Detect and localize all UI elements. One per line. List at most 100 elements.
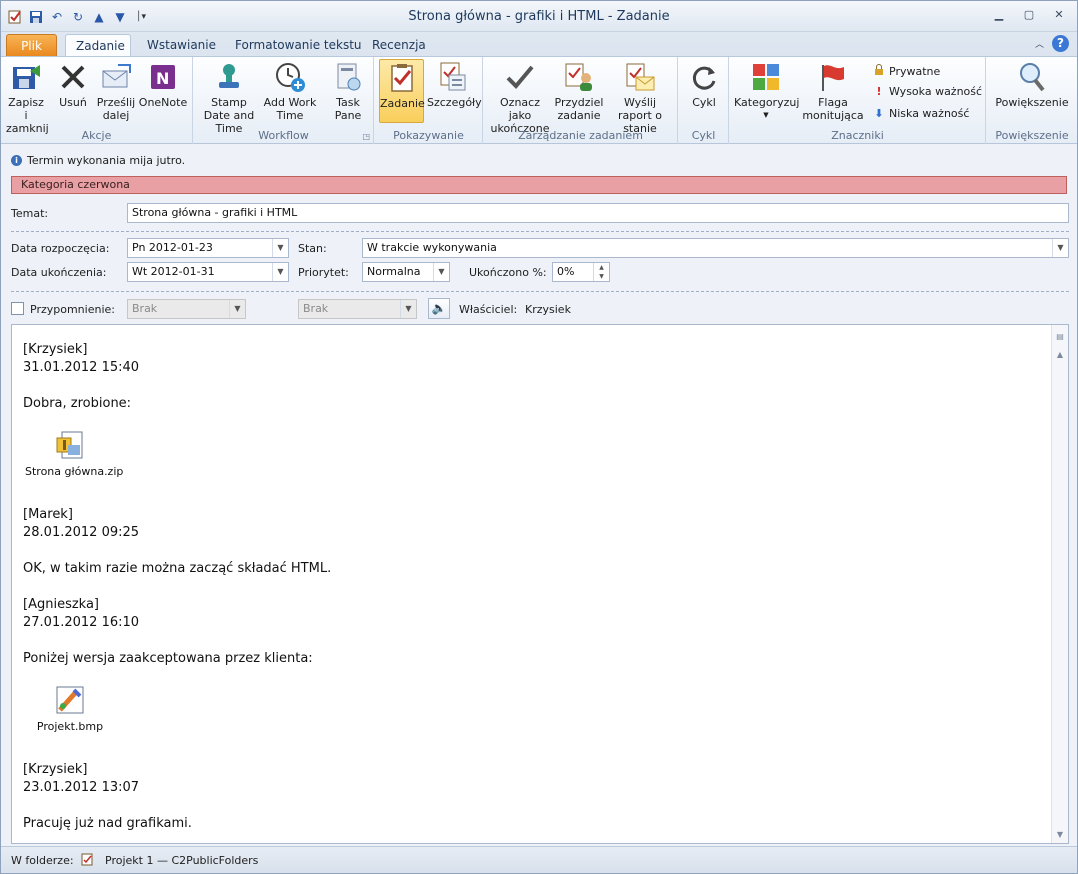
- follow-up-flag-button[interactable]: Flaga monitująca: [800, 61, 866, 122]
- add-work-time-button[interactable]: Add Work Time: [262, 61, 318, 122]
- status-label: Stan:: [298, 242, 327, 255]
- start-date-label: Data rozpoczęcia:: [11, 242, 110, 255]
- subject-input[interactable]: Strona główna - grafiki i HTML: [127, 203, 1069, 223]
- send-status-report-button[interactable]: Wyślij raport o stanie: [606, 61, 674, 135]
- entry-author: [Krzysiek]: [23, 342, 88, 357]
- help-icon[interactable]: ?: [1052, 35, 1069, 52]
- group-pokazywanie: Zadanie Szczegóły Pokazywanie: [375, 57, 483, 144]
- reminder-date-select: Brak ▼: [127, 299, 246, 319]
- categorize-button[interactable]: Kategoryzuj ▼: [734, 61, 799, 122]
- entry-time: 23.01.2012 13:07: [23, 780, 140, 795]
- forward-button[interactable]: Prześlij dalej: [96, 61, 136, 122]
- tab-wstawianie[interactable]: Wstawianie: [137, 34, 226, 57]
- zadanie-view-button[interactable]: Zadanie: [379, 59, 425, 123]
- entry-author: [Marek]: [23, 507, 73, 522]
- scroll-up-icon[interactable]: ▲: [1054, 349, 1066, 361]
- start-date-dropdown-icon[interactable]: ▼: [272, 239, 288, 257]
- scroll-down-icon[interactable]: ▼: [1054, 829, 1066, 841]
- entry-text: Dobra, zrobione:: [23, 396, 132, 411]
- group-powiekszenie: Powiększenie Powiększenie: [987, 57, 1077, 144]
- task-pane-button[interactable]: Task Pane: [328, 61, 368, 122]
- group-zarzadzanie-zadaniem: Oznacz jako ukończone Przydziel zadanie …: [484, 57, 678, 144]
- tab-plik[interactable]: Plik: [6, 34, 57, 57]
- stamp-date-time-button[interactable]: Stamp Date and Time: [198, 61, 260, 135]
- private-button[interactable]: Prywatne: [873, 64, 940, 79]
- entry-author: [Agnieszka]: [23, 597, 100, 612]
- priority-label: Priorytet:: [298, 266, 349, 279]
- high-importance-button[interactable]: ! Wysoka ważność: [873, 85, 982, 98]
- maximize-icon[interactable]: ▢: [1021, 8, 1037, 22]
- ruler-toggle-icon[interactable]: ▤: [1054, 331, 1066, 343]
- complete-percent-label: Ukończono %:: [469, 266, 547, 279]
- recurrence-icon: [688, 61, 720, 93]
- window-controls: ▁ ▢ ✕: [991, 8, 1067, 22]
- status-select[interactable]: W trakcie wykonywania ▼: [362, 238, 1069, 258]
- assign-task-button[interactable]: Przydziel zadanie: [554, 61, 604, 122]
- vertical-scrollbar[interactable]: ▤ ▲ ▼: [1051, 325, 1068, 843]
- entry-time: 31.01.2012 15:40: [23, 360, 140, 375]
- minimize-icon[interactable]: ▁: [991, 8, 1007, 22]
- zoom-button[interactable]: Powiększenie: [991, 61, 1073, 109]
- separator: [11, 231, 1069, 232]
- task-body-editor[interactable]: [Krzysiek] 31.01.2012 15:40 Dobra, zrobi…: [11, 324, 1069, 844]
- complete-percent-stepper[interactable]: 0% ▲ ▼: [552, 262, 610, 282]
- tab-formatowanie-tekstu[interactable]: Formatowanie tekstu: [225, 34, 372, 57]
- due-date-picker[interactable]: Wt 2012-01-31 ▼: [127, 262, 289, 282]
- reminder-sound-button[interactable]: 🔈: [428, 298, 450, 319]
- task-folder-icon: [81, 853, 94, 869]
- status-dropdown-icon[interactable]: ▼: [1052, 239, 1068, 257]
- save-close-icon: [10, 61, 42, 93]
- status-bar: W folderze: Projekt 1 — C2PublicFolders: [1, 846, 1077, 873]
- details-icon: [437, 61, 469, 93]
- dialog-launcher-icon[interactable]: ◳: [362, 132, 370, 141]
- entry-time: 27.01.2012 16:10: [23, 615, 140, 630]
- reminder-label: Przypomnienie:: [30, 303, 115, 316]
- start-date-picker[interactable]: Pn 2012-01-23 ▼: [127, 238, 289, 258]
- mark-complete-button[interactable]: Oznacz jako ukończone: [488, 61, 552, 135]
- clock-add-icon: [274, 61, 306, 93]
- subject-label: Temat:: [11, 207, 49, 220]
- tab-zadanie[interactable]: Zadanie: [65, 34, 131, 57]
- collapse-ribbon-icon[interactable]: ︿: [1035, 37, 1044, 50]
- entry-author: [Krzysiek]: [23, 762, 88, 777]
- magnifier-icon: [1016, 61, 1048, 93]
- priority-dropdown-icon[interactable]: ▼: [433, 263, 449, 281]
- recurrence-button[interactable]: Cykl: [685, 61, 723, 109]
- close-icon[interactable]: ✕: [1051, 8, 1067, 22]
- exclamation-icon: !: [876, 85, 882, 98]
- folder-path[interactable]: Projekt 1 — C2PublicFolders: [105, 854, 258, 867]
- title-bar: ↶ ↻ ▲ ▼ │▾ Strona główna - grafiki i HTM…: [1, 1, 1077, 32]
- info-bar: i Termin wykonania mija jutro.: [11, 154, 185, 167]
- categorize-dropdown-icon: ▼: [763, 111, 769, 119]
- ribbon-tab-row: Plik Zadanie Wstawianie Formatowanie tek…: [1, 32, 1077, 57]
- category-bar: Kategoria czerwona: [11, 176, 1067, 194]
- task-window: ↶ ↻ ▲ ▼ │▾ Strona główna - grafiki i HTM…: [0, 0, 1078, 874]
- group-znaczniki: Kategoryzuj ▼ Flaga monitująca Prywatne …: [730, 57, 986, 144]
- onenote-button[interactable]: N OneNote: [138, 61, 188, 109]
- reminder-checkbox[interactable]: [11, 302, 24, 315]
- save-close-button[interactable]: Zapisz i zamknij: [6, 61, 49, 135]
- low-importance-button[interactable]: ⬇ Niska ważność: [873, 107, 969, 120]
- zip-file-icon: [54, 429, 86, 461]
- entry-text: OK, w takim razie można zacząć składać H…: [23, 561, 332, 576]
- due-date-dropdown-icon[interactable]: ▼: [272, 263, 288, 281]
- window-title: Strona główna - grafiki i HTML - Zadanie: [408, 9, 670, 24]
- stamp-icon: [213, 61, 245, 93]
- szczegoly-button[interactable]: Szczegóły: [427, 61, 482, 109]
- forward-envelope-icon: [100, 61, 132, 93]
- folder-label: W folderze:: [11, 854, 74, 867]
- separator: [11, 291, 1069, 292]
- priority-select[interactable]: Normalna ▼: [362, 262, 450, 282]
- stepper-arrows-icon[interactable]: ▲ ▼: [593, 263, 609, 281]
- entry-text: Poniżej wersja zaakceptowana przez klien…: [23, 651, 313, 666]
- attachment-bmp[interactable]: Projekt.bmp: [35, 684, 105, 733]
- categorize-icon: [750, 61, 782, 93]
- info-icon: i: [11, 155, 22, 166]
- tab-recenzja[interactable]: Recenzja: [362, 34, 436, 57]
- reminder-time-dropdown-icon: ▼: [400, 300, 416, 318]
- down-arrow-importance-icon: ⬇: [874, 107, 884, 120]
- owner-label: Właściciel:: [459, 303, 518, 316]
- task-clipboard-icon: [386, 62, 418, 94]
- delete-button[interactable]: Usuń: [56, 61, 90, 109]
- attachment-zip[interactable]: Strona główna.zip: [25, 429, 123, 478]
